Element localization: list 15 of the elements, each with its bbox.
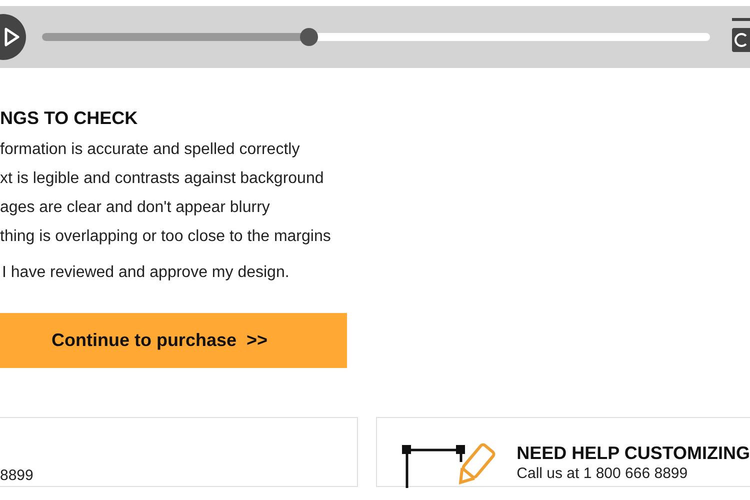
- checklist-item: thing is overlapping or too close to the margins: [0, 227, 332, 247]
- approval-text: I have reviewed and approve my design.: [1, 263, 290, 283]
- slider-thumb[interactable]: [300, 28, 318, 46]
- help-phone: Call us at 1 800 666 8899: [516, 464, 689, 484]
- design-tool-icon: [400, 442, 497, 488]
- replay-icon[interactable]: [732, 18, 750, 54]
- checklist-heading: NGS TO CHECK: [0, 107, 139, 130]
- play-icon: [4, 27, 20, 47]
- help-title: NEED HELP CUSTOMIZING: [516, 442, 750, 464]
- progress-track[interactable]: [42, 28, 710, 46]
- checklist-item: xt is legible and contrasts against background: [0, 169, 325, 189]
- checklist-item: formation is accurate and spelled correctly: [0, 140, 301, 160]
- purchase-button[interactable]: Continue to purchase >>: [0, 313, 347, 368]
- phone-number: 8899: [0, 467, 34, 485]
- checklist-item: ages are clear and don't appear blurry: [0, 198, 271, 218]
